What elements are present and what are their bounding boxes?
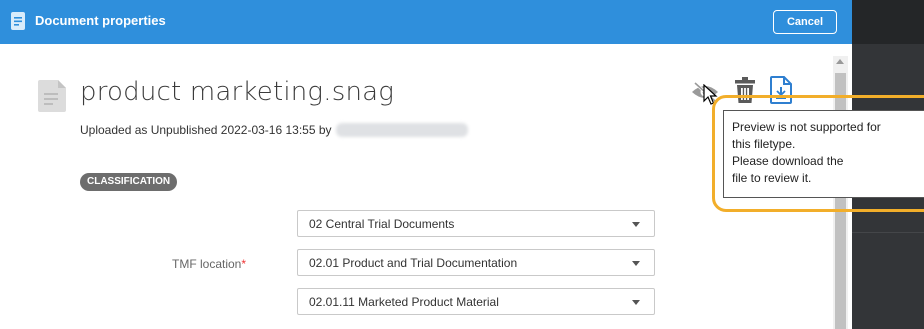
overlay-divider [852,232,924,233]
dialog-title: Document properties [35,13,166,28]
dialog-header: Document properties Cancel [0,0,852,44]
select-value: 02 Central Trial Documents [309,217,455,231]
cancel-button[interactable]: Cancel [773,10,837,34]
document-filename: product marketing.snag [80,77,395,107]
tmf-level3-select[interactable]: 02.01.11 Marketed Product Material [297,288,655,315]
scroll-up-arrow-icon[interactable] [836,59,844,64]
file-icon [38,80,66,112]
upload-text: Uploaded as Unpublished 2022-03-16 13:55… [80,123,332,137]
tooltip-line: this filetype. [732,137,796,151]
overlay-top-band [852,0,924,44]
chevron-down-icon [632,300,640,305]
tmf-level1-select[interactable]: 02 Central Trial Documents [297,210,655,237]
select-value: 02.01 Product and Trial Documentation [309,256,518,270]
tmf-location-label: TMF location* [172,257,246,271]
preview-tooltip: Preview is not supported for this filety… [723,110,924,198]
chevron-down-icon [632,261,640,266]
tooltip-line: Please download the [732,154,844,168]
upload-info: Uploaded as Unpublished 2022-03-16 13:55… [80,123,468,137]
classification-badge: CLASSIFICATION [80,173,178,191]
tooltip-line: Preview is not supported for [732,120,881,134]
tmf-level2-select[interactable]: 02.01 Product and Trial Documentation [297,249,655,276]
redacted-user [335,123,468,137]
select-value: 02.01.11 Marketed Product Material [309,295,499,309]
tooltip-line: file to review it. [732,171,812,185]
chevron-down-icon [632,222,640,227]
document-icon [11,12,25,30]
required-asterisk: * [241,257,247,271]
label-text: TMF location [172,257,242,271]
